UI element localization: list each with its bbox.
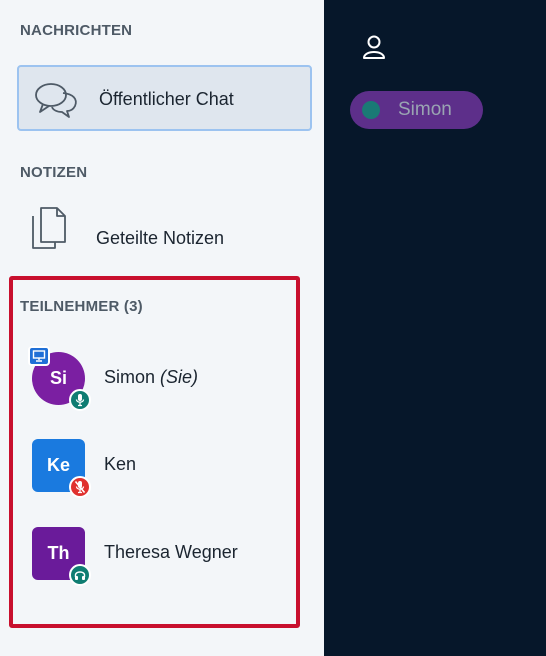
participant-row-simon[interactable]: Si Simon (Sie) bbox=[28, 346, 292, 412]
public-chat-label: Öffentlicher Chat bbox=[99, 89, 234, 109]
participant-name: Theresa Wegner bbox=[104, 542, 238, 562]
talking-indicator-pill[interactable]: Simon bbox=[350, 91, 483, 129]
microphone-muted-icon bbox=[69, 476, 91, 498]
headphones-icon bbox=[69, 564, 91, 586]
talking-user-label: Simon bbox=[398, 99, 452, 120]
talking-dot bbox=[362, 101, 380, 119]
shared-notes-item[interactable]: Geteilte Notizen bbox=[17, 190, 312, 256]
participant-name-text: Simon bbox=[104, 367, 156, 387]
public-chat-item[interactable]: Öffentlicher Chat bbox=[17, 65, 312, 131]
user-icon[interactable] bbox=[362, 34, 386, 65]
avatar-initials: Si bbox=[49, 368, 67, 388]
shared-notes-icon bbox=[29, 204, 71, 257]
microphone-icon bbox=[69, 389, 91, 411]
participant-name: Simon (Sie) bbox=[104, 367, 198, 388]
participant-row-ken[interactable]: Ke Ken bbox=[32, 439, 292, 499]
presenter-icon bbox=[28, 346, 50, 366]
participant-name: Ken bbox=[104, 454, 137, 474]
sidebar: NACHRICHTEN Öffentlicher Chat NOTIZEN Ge… bbox=[0, 0, 324, 656]
avatar-initials: Th bbox=[47, 543, 70, 563]
participants-section-title: TEILNEHMER (3) bbox=[20, 298, 143, 315]
self-indicator: (Sie) bbox=[160, 367, 199, 387]
chat-bubbles-icon bbox=[33, 79, 81, 126]
messages-section-title: NACHRICHTEN bbox=[20, 22, 133, 39]
participant-row-theresa[interactable]: Th Theresa Wegner bbox=[32, 527, 292, 587]
shared-notes-label: Geteilte Notizen bbox=[96, 228, 225, 248]
notes-section-title: NOTIZEN bbox=[20, 164, 88, 181]
avatar-initials: Ke bbox=[46, 455, 70, 475]
main-area: Simon bbox=[324, 0, 546, 656]
